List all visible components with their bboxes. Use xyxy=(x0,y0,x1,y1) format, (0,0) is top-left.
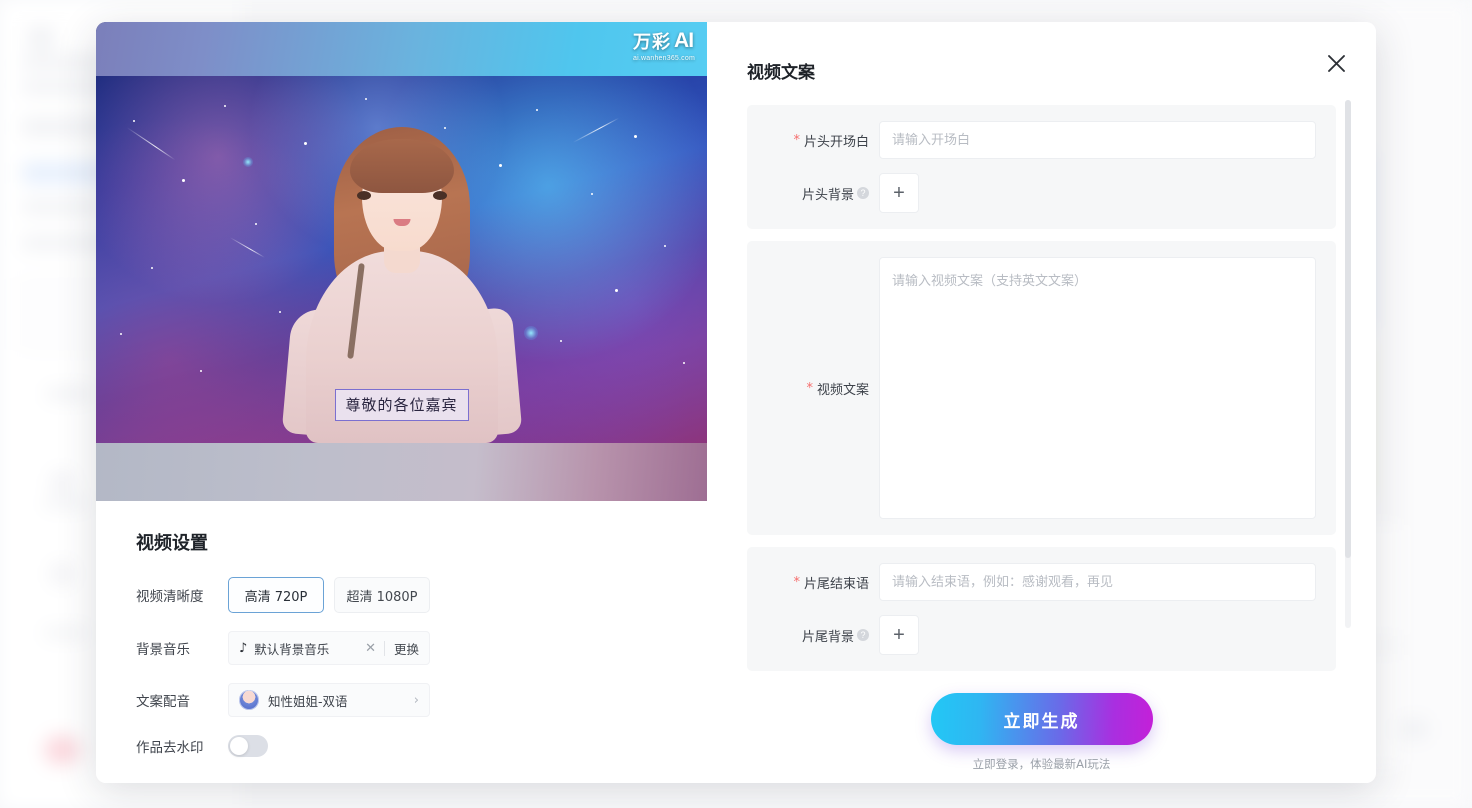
preview-top-band xyxy=(96,22,707,76)
backdrop-shape xyxy=(44,498,88,508)
voice-avatar-icon xyxy=(239,690,259,710)
backdrop-shape xyxy=(50,470,74,494)
scrollbar-thumb[interactable] xyxy=(1345,100,1351,558)
preview-bottom-band xyxy=(96,443,707,501)
help-icon[interactable]: ? xyxy=(857,187,869,199)
background-music-field[interactable]: ♪ 默认背景音乐 ✕ 更换 xyxy=(228,631,430,665)
voice-row: 文案配音 知性姐姐-双语 › xyxy=(136,683,707,717)
panel-scrollbar[interactable] xyxy=(1345,100,1351,628)
background-music-row: 背景音乐 ♪ 默认背景音乐 ✕ 更换 xyxy=(136,631,707,665)
backdrop-shape xyxy=(46,388,92,400)
page-title: 视频文案 xyxy=(747,63,815,83)
video-settings-section: 视频设置 视频清晰度 高清 720P 超清 1080P 背景音乐 ♪ 默认背景音… xyxy=(96,501,707,757)
watermark: 万彩 AI ai.wanhen365.com xyxy=(633,28,695,62)
video-subtitle: 尊敬的各位嘉宾 xyxy=(334,389,469,421)
script-row: * 视频文案 xyxy=(767,257,1316,519)
ending-input[interactable] xyxy=(879,563,1316,601)
script-label-text: 视频文案 xyxy=(816,382,869,398)
generate-button[interactable]: 立即生成 xyxy=(930,693,1153,745)
ending-bg-row: 片尾背景 ? + xyxy=(767,615,1316,655)
ending-row: * 片尾结束语 xyxy=(767,563,1316,601)
background-music-value: 默认背景音乐 xyxy=(254,641,330,657)
required-asterisk: * xyxy=(793,574,800,590)
opening-input[interactable] xyxy=(879,121,1316,159)
backdrop-shape xyxy=(44,628,88,638)
music-note-icon: ♪ xyxy=(239,640,248,656)
backdrop-shape xyxy=(28,26,54,50)
resolution-options: 高清 720P 超清 1080P xyxy=(228,577,430,613)
watermark-toggle-label: 作品去水印 xyxy=(136,740,204,756)
change-music-button[interactable]: 更换 xyxy=(385,639,419,658)
opening-bg-label: 片头背景 ? xyxy=(767,184,879,203)
voice-label: 文案配音 xyxy=(136,694,190,710)
watermark-toggle-row: 作品去水印 xyxy=(136,735,707,757)
generate-section: 立即生成 立即登录，体验最新AI玩法 xyxy=(747,693,1336,772)
clear-music-icon[interactable]: ✕ xyxy=(357,641,384,656)
required-asterisk: * xyxy=(806,380,813,396)
ending-group: * 片尾结束语 片尾背景 ? + xyxy=(747,547,1336,671)
opening-bg-label-text: 片头背景 xyxy=(801,187,854,203)
ending-bg-label-text: 片尾背景 xyxy=(801,629,854,645)
resolution-option-1080p[interactable]: 超清 1080P xyxy=(334,577,430,613)
background-music-label: 背景音乐 xyxy=(136,642,190,658)
resolution-row: 视频清晰度 高清 720P 超清 1080P xyxy=(136,577,707,613)
close-icon[interactable] xyxy=(1322,49,1350,77)
resolution-option-720p[interactable]: 高清 720P xyxy=(228,577,324,613)
opening-group: * 片头开场白 片头背景 ? + xyxy=(747,105,1336,229)
voice-value: 知性姐姐-双语 xyxy=(268,693,348,709)
watermark-ai-logo: AI xyxy=(674,29,694,52)
opening-label: * 片头开场白 xyxy=(767,131,879,150)
settings-title: 视频设置 xyxy=(136,533,208,554)
script-textarea[interactable] xyxy=(879,257,1316,519)
toggle-knob xyxy=(230,737,248,755)
help-icon[interactable]: ? xyxy=(857,629,869,641)
ending-label-text: 片尾结束语 xyxy=(803,576,869,592)
backdrop-shape xyxy=(22,200,102,214)
add-opening-background-button[interactable]: + xyxy=(879,173,919,213)
ending-label: * 片尾结束语 xyxy=(767,573,879,592)
opening-label-text: 片头开场白 xyxy=(803,134,869,150)
ending-bg-label: 片尾背景 ? xyxy=(767,626,879,645)
opening-row: * 片头开场白 xyxy=(767,121,1316,159)
video-generation-modal: 尊敬的各位嘉宾 万彩 AI ai.wanhen365.com 视频设置 视频清晰… xyxy=(96,22,1376,783)
left-panel: 尊敬的各位嘉宾 万彩 AI ai.wanhen365.com 视频设置 视频清晰… xyxy=(96,22,707,783)
video-preview[interactable]: 尊敬的各位嘉宾 万彩 AI ai.wanhen365.com xyxy=(96,22,707,501)
required-asterisk: * xyxy=(793,132,800,148)
resolution-label: 视频清晰度 xyxy=(136,589,204,605)
right-panel: 视频文案 * 片头开场白 片头背景 ? + * xyxy=(707,22,1376,783)
backdrop-shape xyxy=(1400,718,1428,740)
watermark-toggle[interactable] xyxy=(228,735,268,757)
add-ending-background-button[interactable]: + xyxy=(879,615,919,655)
script-label: * 视频文案 xyxy=(767,257,879,519)
login-hint[interactable]: 立即登录，体验最新AI玩法 xyxy=(747,756,1336,772)
watermark-brand: 万彩 xyxy=(633,32,672,53)
backdrop-shape xyxy=(50,562,74,586)
script-group: * 视频文案 xyxy=(747,241,1336,535)
watermark-url: ai.wanhen365.com xyxy=(633,55,695,62)
preview-stage: 尊敬的各位嘉宾 xyxy=(96,76,707,443)
chevron-right-icon: › xyxy=(413,692,419,708)
opening-bg-row: 片头背景 ? + xyxy=(767,173,1316,213)
voice-selector[interactable]: 知性姐姐-双语 › xyxy=(228,683,430,717)
backdrop-logo xyxy=(44,735,80,765)
